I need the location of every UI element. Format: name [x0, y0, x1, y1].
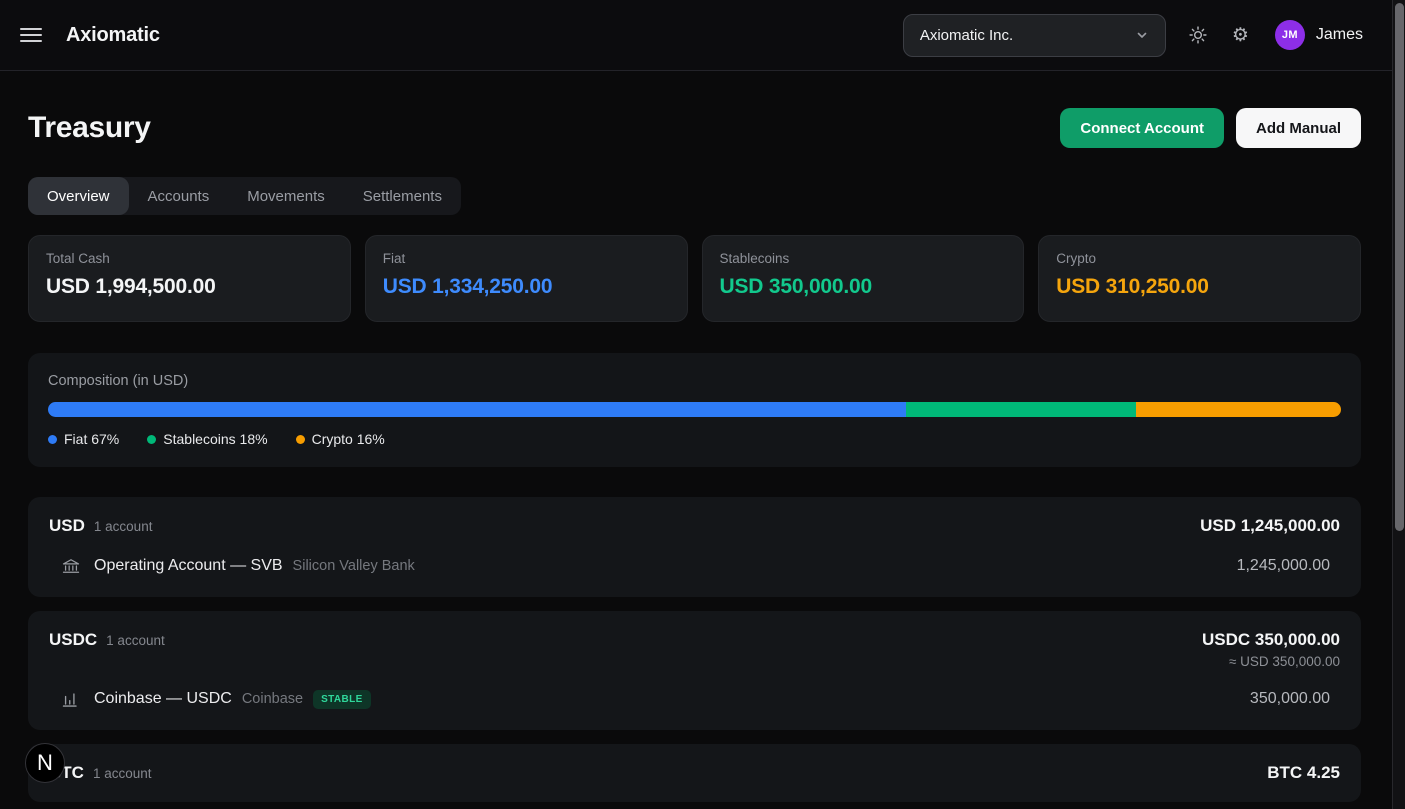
composition-segment-crypto — [1136, 402, 1341, 417]
composition-card: Composition (in USD) Fiat 67% Stablecoin… — [28, 353, 1361, 467]
legend-dot — [147, 435, 156, 444]
dev-tools-badge[interactable]: N — [25, 743, 65, 783]
currency-group-usd: USD 1 account USD 1,245,000.00 Operating… — [28, 497, 1361, 597]
stat-card-crypto: Crypto USD 310,250.00 — [1038, 235, 1361, 322]
currency-group-usdc: USDC 1 account USDC 350,000.00 ≈ USD 350… — [28, 611, 1361, 730]
stat-value: USD 1,994,500.00 — [46, 275, 333, 299]
stat-card-total-cash: Total Cash USD 1,994,500.00 — [28, 235, 351, 322]
tab-movements[interactable]: Movements — [228, 177, 344, 215]
stat-card-stablecoins: Stablecoins USD 350,000.00 — [702, 235, 1025, 322]
currency-group-btc: BTC 1 account BTC 4.25 — [28, 744, 1361, 802]
brand-logo: Axiomatic — [66, 24, 160, 47]
composition-segment-fiat — [48, 402, 906, 417]
legend-dot — [48, 435, 57, 444]
sun-icon — [1188, 25, 1208, 45]
legend-dot — [296, 435, 305, 444]
legend-pct: 18% — [240, 431, 268, 447]
legend-item-crypto: Crypto 16% — [296, 431, 385, 447]
stat-value: USD 310,250.00 — [1056, 275, 1343, 299]
scrollbar-track[interactable] — [1392, 0, 1405, 809]
group-account-count: 1 account — [93, 766, 152, 781]
stat-cards: Total Cash USD 1,994,500.00 Fiat USD 1,3… — [28, 235, 1361, 322]
theme-toggle-button[interactable] — [1188, 25, 1208, 45]
tab-settlements[interactable]: Settlements — [344, 177, 461, 215]
group-currency: USDC — [49, 630, 97, 650]
stat-label: Total Cash — [46, 251, 333, 266]
stat-label: Fiat — [383, 251, 670, 266]
account-amount: 350,000.00 — [1250, 690, 1330, 708]
legend-pct: 67% — [91, 431, 119, 447]
composition-legend: Fiat 67% Stablecoins 18% Crypto 16% — [48, 431, 1341, 447]
composition-segment-stablecoins — [906, 402, 1136, 417]
composition-title: Composition (in USD) — [48, 373, 1341, 389]
group-account-count: 1 account — [106, 633, 165, 648]
group-header: BTC 1 account BTC 4.25 — [49, 763, 1340, 783]
org-selector-dropdown[interactable]: Axiomatic Inc. — [903, 14, 1166, 57]
connect-account-button[interactable]: Connect Account — [1060, 108, 1224, 148]
bar-chart-icon — [61, 689, 81, 709]
page-head: Treasury Connect Account Add Manual — [28, 108, 1361, 148]
add-manual-button[interactable]: Add Manual — [1236, 108, 1361, 148]
legend-item-fiat: Fiat 67% — [48, 431, 119, 447]
org-selector-value: Axiomatic Inc. — [920, 27, 1013, 44]
stat-value: USD 1,334,250.00 — [383, 275, 670, 299]
account-name: Operating Account — SVB — [94, 557, 283, 575]
settings-button[interactable]: ⚙ — [1232, 26, 1249, 45]
group-header: USDC 1 account USDC 350,000.00 ≈ USD 350… — [49, 630, 1340, 669]
user-name[interactable]: James — [1316, 26, 1363, 44]
legend-label: Stablecoins — [163, 431, 235, 447]
group-total: USD 1,245,000.00 — [1200, 516, 1340, 536]
account-amount: 1,245,000.00 — [1237, 557, 1330, 575]
page-title: Treasury — [28, 111, 151, 145]
account-provider: Coinbase — [242, 691, 303, 707]
group-currency: USD — [49, 516, 85, 536]
app-header: Axiomatic Axiomatic Inc. ⚙ JM James — [0, 0, 1405, 71]
legend-pct: 16% — [357, 431, 385, 447]
tab-bar: Overview Accounts Movements Settlements — [28, 177, 461, 215]
stat-value: USD 350,000.00 — [720, 275, 1007, 299]
stat-label: Crypto — [1056, 251, 1343, 266]
account-name: Coinbase — USDC — [94, 690, 232, 708]
gear-icon: ⚙ — [1232, 26, 1249, 45]
header-actions: Axiomatic Inc. ⚙ JM James — [903, 14, 1363, 57]
composition-bar — [48, 402, 1341, 417]
tab-accounts[interactable]: Accounts — [129, 177, 229, 215]
main-content: Treasury Connect Account Add Manual Over… — [0, 108, 1405, 802]
bank-icon — [61, 556, 81, 576]
legend-label: Fiat — [64, 431, 87, 447]
stat-label: Stablecoins — [720, 251, 1007, 266]
account-provider: Silicon Valley Bank — [293, 558, 415, 574]
legend-item-stablecoins: Stablecoins 18% — [147, 431, 267, 447]
group-header: USD 1 account USD 1,245,000.00 — [49, 516, 1340, 536]
group-total: USDC 350,000.00 — [1202, 630, 1340, 650]
avatar[interactable]: JM — [1275, 20, 1305, 50]
stat-card-fiat: Fiat USD 1,334,250.00 — [365, 235, 688, 322]
group-total: BTC 4.25 — [1267, 763, 1340, 783]
group-account-count: 1 account — [94, 519, 153, 534]
account-row-coinbase-usdc[interactable]: Coinbase — USDC Coinbase STABLE 350,000.… — [49, 689, 1340, 711]
stable-badge: STABLE — [313, 690, 371, 709]
legend-label: Crypto — [312, 431, 353, 447]
chevron-down-icon — [1135, 28, 1149, 42]
scrollbar-thumb[interactable] — [1395, 3, 1404, 531]
group-total-approx: ≈ USD 350,000.00 — [1202, 654, 1340, 669]
page-actions: Connect Account Add Manual — [1060, 108, 1361, 148]
account-row-operating-svb[interactable]: Operating Account — SVB Silicon Valley B… — [49, 556, 1340, 578]
tab-overview[interactable]: Overview — [28, 177, 129, 215]
hamburger-menu-icon[interactable] — [20, 28, 42, 42]
